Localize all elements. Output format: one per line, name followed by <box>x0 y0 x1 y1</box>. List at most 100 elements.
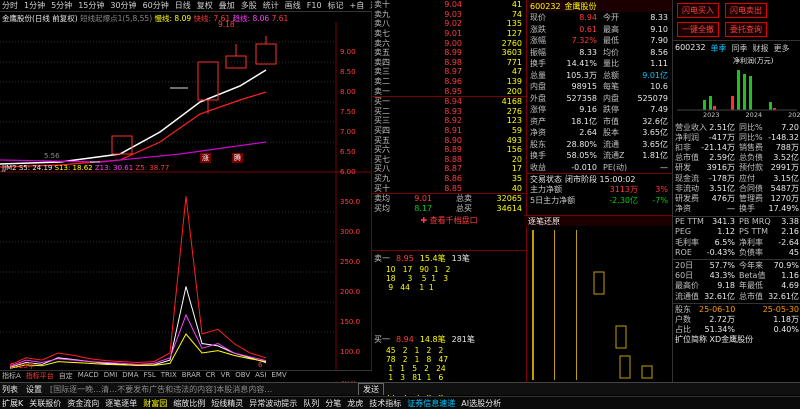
indicator-tab[interactable]: ASI <box>255 371 266 381</box>
status-item[interactable]: 扩展K <box>2 398 23 409</box>
status-right-item[interactable]: 分笔 <box>325 398 341 409</box>
buy-price: 8.92 <box>444 116 462 126</box>
buy-volume: 35 <box>511 173 522 183</box>
indicator-tab[interactable]: EMV <box>271 371 286 381</box>
year-2025: 2025 <box>788 111 800 119</box>
buy-price: 8.86 <box>444 173 462 183</box>
settings-button[interactable]: 设置 <box>26 384 42 395</box>
indicator-tab[interactable]: 指标平台 <box>26 371 54 381</box>
quote-row: 涨幅 7.32% 最低 7.90 <box>530 35 672 47</box>
quote-key: 涨幅 <box>530 36 546 46</box>
quote-key: 资产 <box>530 116 546 126</box>
toolbar-item[interactable]: 5分钟 <box>51 0 72 11</box>
year-2023: 2023 <box>703 111 720 119</box>
avg-buy-label: 买均 <box>374 203 390 213</box>
status-right-item[interactable]: 队列 <box>303 398 319 409</box>
sell-row: 卖一 8.95 200 <box>374 86 526 96</box>
toolbar-item[interactable]: +自 <box>350 0 365 11</box>
tab-report[interactable]: 财报 <box>753 43 769 54</box>
status-item[interactable]: 关联报价 <box>29 398 61 409</box>
stock-name: 金鹰股份 <box>564 1 597 11</box>
quote-key: 股东 <box>530 139 546 149</box>
fin-row: 20日 57.7% 今年来 70.9% <box>675 260 800 270</box>
status-item[interactable]: 短线精灵 <box>211 398 243 409</box>
tab-more[interactable]: 更多 <box>774 43 790 54</box>
toolbar-item[interactable]: 复权 <box>197 0 213 11</box>
indicator-tab[interactable]: OBV <box>235 371 250 381</box>
news-ticker: [国际逐一晚…清…不要发布广告和违法的内容]本股消息内容… <box>50 384 273 394</box>
order-query-button[interactable]: 委托查询 <box>725 22 767 37</box>
status-item[interactable]: 财富园 <box>143 398 167 409</box>
flash-buy-button[interactable]: 闪电买入 <box>677 3 719 18</box>
quote-key2: 最高 <box>603 24 619 34</box>
status-item[interactable]: 缩放比例 <box>173 398 205 409</box>
status-right-item[interactable]: 证券信息速递 <box>407 398 455 409</box>
quote-row: 涨跌 0.61 最高 9.10 <box>530 24 672 36</box>
quote-row: 涨停 9.16 跌停 7.49 <box>530 104 672 116</box>
indicator-tab[interactable]: 自定 <box>59 371 73 381</box>
quote-value: 105.3万 <box>566 70 597 80</box>
mini-buy-price: 8.94 <box>396 334 414 344</box>
toolbar-item[interactable]: 画线 <box>285 0 301 11</box>
indicator-tab[interactable]: FSL <box>144 371 156 381</box>
flash-sell-button[interactable]: 闪电卖出 <box>725 3 767 18</box>
price-tick: 6.00 <box>340 168 356 176</box>
indicator-tab[interactable]: DMA <box>122 371 138 381</box>
tab-quarter[interactable]: 单季 <box>711 43 727 54</box>
tick-title: 逐笔还原 <box>528 216 560 226</box>
indicator-tick: 300.0 <box>340 228 361 236</box>
indicator-tab[interactable]: TRIX <box>161 371 177 381</box>
toolbar-item[interactable]: 30分钟 <box>110 0 136 11</box>
status-bar: 扩展K 关联报价 资金流向 逐笔逐单 财富园 缩放比例 短线精灵 异常波动提示 队列 分笔 龙虎 技术… <box>0 396 800 409</box>
status-right-item[interactable]: 龙虎 <box>347 398 363 409</box>
indicator-tab[interactable]: MACD <box>78 371 99 381</box>
indicator-tab[interactable]: BRAR <box>182 371 201 381</box>
list-button[interactable]: 列表 <box>2 384 18 395</box>
toolbar-item[interactable]: 统计 <box>263 0 279 11</box>
indicator-line-z13 <box>9 313 267 367</box>
status-right-item[interactable]: 技术指标 <box>369 398 401 409</box>
quote-row: 换手 58.05% 流通Z 1.81亿 <box>530 150 672 162</box>
sell-price: 8.99 <box>444 48 462 58</box>
toolbar-item[interactable]: F10 <box>307 1 322 10</box>
toolbar-item[interactable]: 叠加 <box>219 0 235 11</box>
tab-same[interactable]: 同季 <box>732 43 748 54</box>
quote-value: 7.32% <box>571 36 597 46</box>
toolbar-item[interactable]: 60分钟 <box>143 0 169 11</box>
fin-value: 57.7% <box>709 261 735 271</box>
indicator-tab[interactable]: 指标A <box>2 371 21 381</box>
quote-row: 现价 8.94 今开 8.33 <box>530 12 672 24</box>
indicator-tick: 100.0 <box>340 348 361 356</box>
indicator-tab[interactable]: CR <box>206 371 216 381</box>
5d-fund-label: 5日主力净额 <box>530 196 576 205</box>
quote-value2: 8.56 <box>650 47 668 57</box>
toolbar-item[interactable]: 多股 <box>241 0 257 11</box>
toolbar-item[interactable]: 标记 <box>328 0 344 11</box>
buy-level-label: 买十 <box>374 183 390 193</box>
status-right-item[interactable]: 异常波动提示 <box>249 398 297 409</box>
quote-row: 换手 14.41% 量比 1.11 <box>530 58 672 70</box>
cancel-all-button[interactable]: 一键全撤 <box>677 22 719 37</box>
total-sell-value: 32065 <box>496 194 522 204</box>
indicator-tab[interactable]: DMI <box>104 371 118 381</box>
period-toolbar: 分时1分钟5分钟15分钟30分钟60分钟日线复权叠加多股统计画线F10标记+自返… <box>0 0 372 12</box>
send-button[interactable]: 发送 <box>358 383 384 395</box>
status-right-item[interactable]: AI选股分析 <box>461 398 501 409</box>
quote-row: 资产 18.1亿 市值 32.6亿 <box>530 116 672 128</box>
toolbar-item[interactable]: 15分钟 <box>78 0 104 11</box>
toolbar-item[interactable]: 1分钟 <box>24 0 45 11</box>
status-item[interactable]: 逐笔逐单 <box>105 398 137 409</box>
indicator-tab[interactable]: VR <box>221 371 231 381</box>
status-item[interactable]: 资金流向 <box>67 398 99 409</box>
sell-price: 8.96 <box>444 77 462 87</box>
mini-sell-label: 卖一 <box>374 253 390 263</box>
toolbar-item[interactable]: 分时 <box>2 0 18 11</box>
holder-date2: 25-05-30 <box>762 304 799 314</box>
indicator-tick: 150.0 <box>340 318 361 326</box>
quote-value2: 10.6 <box>650 82 668 92</box>
s13-legend: S13: 18.62 <box>54 164 93 172</box>
toolbar-item[interactable]: 日线 <box>175 0 191 11</box>
kline-chart[interactable]: 金鹰股份(日线 前复权) 短线起爆点1(5,8,55) 慢线: 8.09 快线:… <box>0 12 372 386</box>
fin-value: 341.3 <box>712 217 735 227</box>
depth-button[interactable]: ✚ 查看千档盘口 <box>372 215 526 226</box>
